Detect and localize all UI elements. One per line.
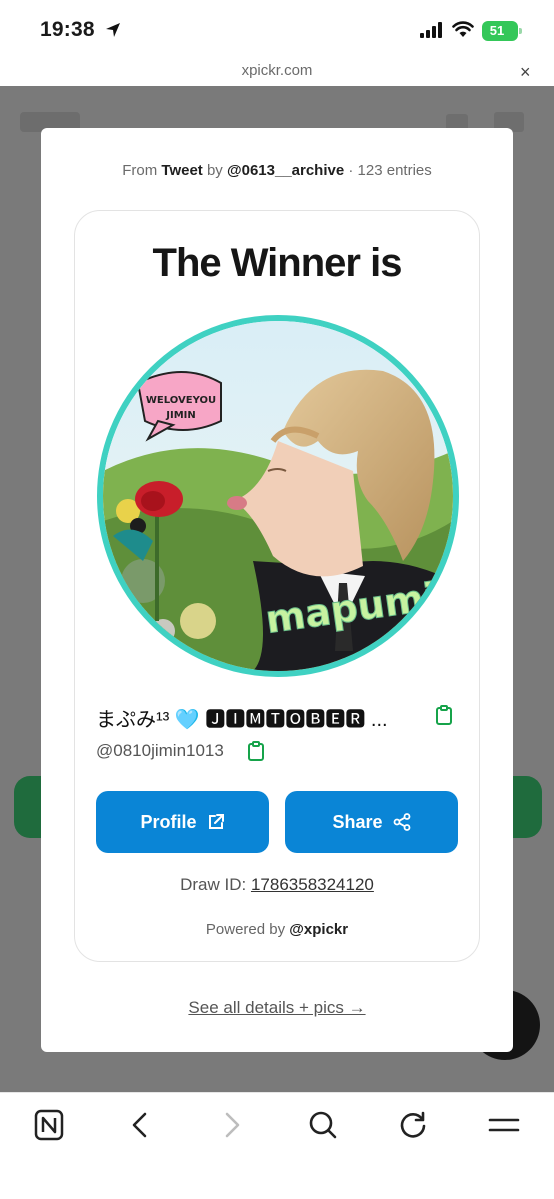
status-bar: 19:38 51: [0, 0, 554, 58]
url-text[interactable]: xpickr.com: [0, 62, 554, 79]
powered-prefix: Powered by: [205, 921, 286, 938]
external-link-icon: [208, 814, 224, 829]
menu-icon[interactable]: [488, 1109, 520, 1141]
battery-level: 51: [489, 23, 505, 38]
share-icon: [393, 813, 410, 831]
dimmed-green-button: [14, 776, 44, 838]
winner-title: The Winner is: [152, 241, 403, 285]
battery-icon: 51: [482, 21, 522, 41]
wifi-icon: [452, 21, 474, 37]
profile-button-label: Profile: [140, 811, 197, 832]
source-platform: Tweet: [161, 162, 203, 179]
sticker-line-2: JIMIN: [165, 410, 195, 421]
cellular-signal-icon: [420, 22, 442, 38]
dimmed-green-button: [512, 776, 542, 838]
source-handle[interactable]: @0613__archive: [227, 162, 344, 179]
see-all-details-link[interactable]: See all details + pics →: [41, 998, 513, 1018]
search-icon[interactable]: [308, 1109, 338, 1141]
profile-button[interactable]: Profile: [96, 791, 269, 853]
draw-id: Draw ID: 1786358324120: [75, 875, 479, 895]
source-by: by: [206, 162, 223, 179]
winner-card: The Winner is WELOVEYOU JIMIN mapumi まぷみ…: [74, 210, 480, 962]
winner-modal: From Tweet by @0613__archive · 123 entri…: [41, 128, 513, 1052]
powered-handle[interactable]: @xpickr: [289, 921, 348, 938]
forward-arrow-icon[interactable]: [222, 1109, 242, 1141]
avatar-image: WELOVEYOU JIMIN mapumi: [103, 321, 453, 671]
status-time: 19:38: [40, 18, 95, 41]
naver-n-icon[interactable]: [34, 1109, 64, 1141]
draw-id-label: Draw ID:: [180, 875, 247, 894]
close-icon[interactable]: ×: [520, 62, 531, 83]
location-arrow-icon: [106, 23, 120, 37]
source-entries: · 123 entries: [348, 162, 432, 179]
back-arrow-icon[interactable]: [130, 1109, 150, 1141]
reload-icon[interactable]: [398, 1109, 428, 1141]
url-bar[interactable]: xpickr.com ×: [0, 58, 554, 86]
source-line: From Tweet by @0613__archive · 123 entri…: [41, 162, 513, 179]
source-prefix: From: [122, 162, 158, 179]
sticker-line-1: WELOVEYOU: [146, 395, 216, 406]
winner-name: まぷみ¹³ 🩵 🅹🅸🅼🆃🅾🅱🅴🆁 ...: [96, 709, 388, 731]
powered-by: Powered by @xpickr: [75, 921, 479, 938]
battery-cap: [519, 28, 522, 34]
share-button[interactable]: Share: [285, 791, 458, 853]
winner-handle[interactable]: @0810jimin1013: [96, 741, 224, 761]
copy-handle-icon[interactable]: [247, 741, 265, 761]
avatar: WELOVEYOU JIMIN mapumi: [97, 315, 459, 677]
draw-id-value[interactable]: 1786358324120: [251, 875, 374, 894]
browser-toolbar: [0, 1092, 554, 1199]
share-button-label: Share: [332, 811, 383, 832]
copy-name-icon[interactable]: [435, 705, 453, 725]
